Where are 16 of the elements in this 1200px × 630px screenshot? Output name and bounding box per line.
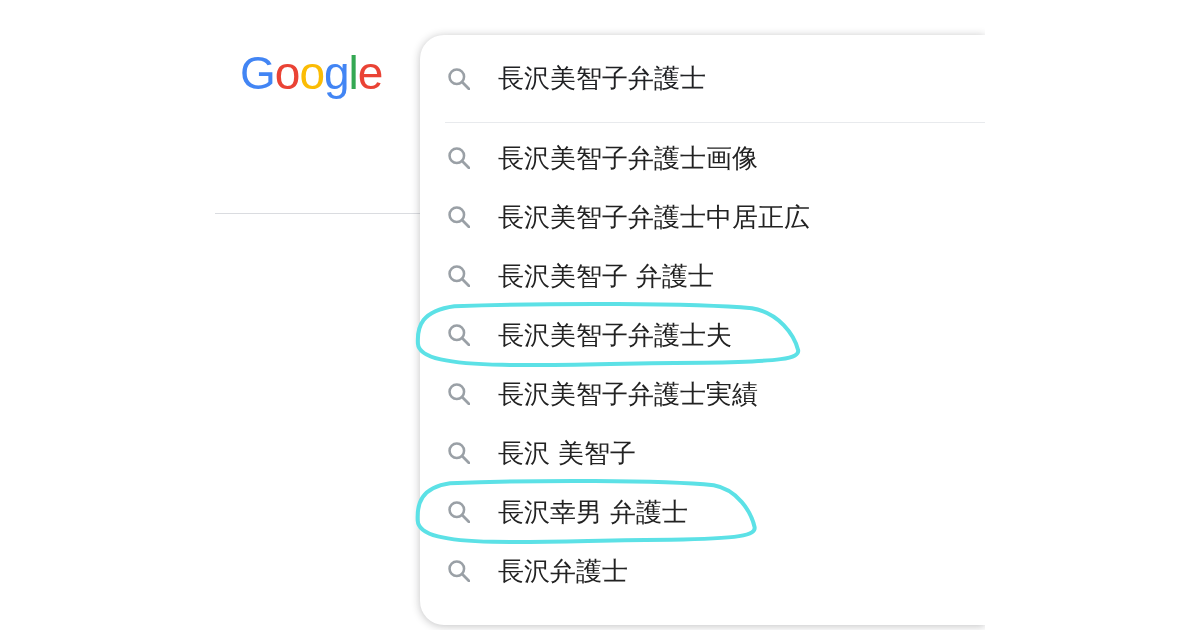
- suggestion-item[interactable]: 長沢美智子弁護士実績: [420, 364, 985, 423]
- search-icon: [448, 500, 470, 523]
- search-icon: [448, 323, 470, 346]
- search-icon: [448, 264, 470, 287]
- search-icon: [448, 205, 470, 228]
- suggestion-item[interactable]: 長沢弁護士: [420, 541, 985, 600]
- suggestion-item[interactable]: 長沢美智子弁護士画像: [420, 128, 985, 187]
- suggestion-item[interactable]: 長沢美智子弁護士中居正広: [420, 187, 985, 246]
- suggestion-item[interactable]: 長沢 美智子: [420, 423, 985, 482]
- search-icon: [448, 382, 470, 405]
- search-icon: [448, 146, 470, 169]
- search-field[interactable]: 長沢美智子弁護士: [498, 59, 985, 98]
- suggestion-item[interactable]: 長沢美智子 弁護士: [420, 246, 985, 305]
- search-icon: [448, 441, 470, 464]
- search-icon: [448, 559, 470, 582]
- search-icon: [448, 67, 470, 90]
